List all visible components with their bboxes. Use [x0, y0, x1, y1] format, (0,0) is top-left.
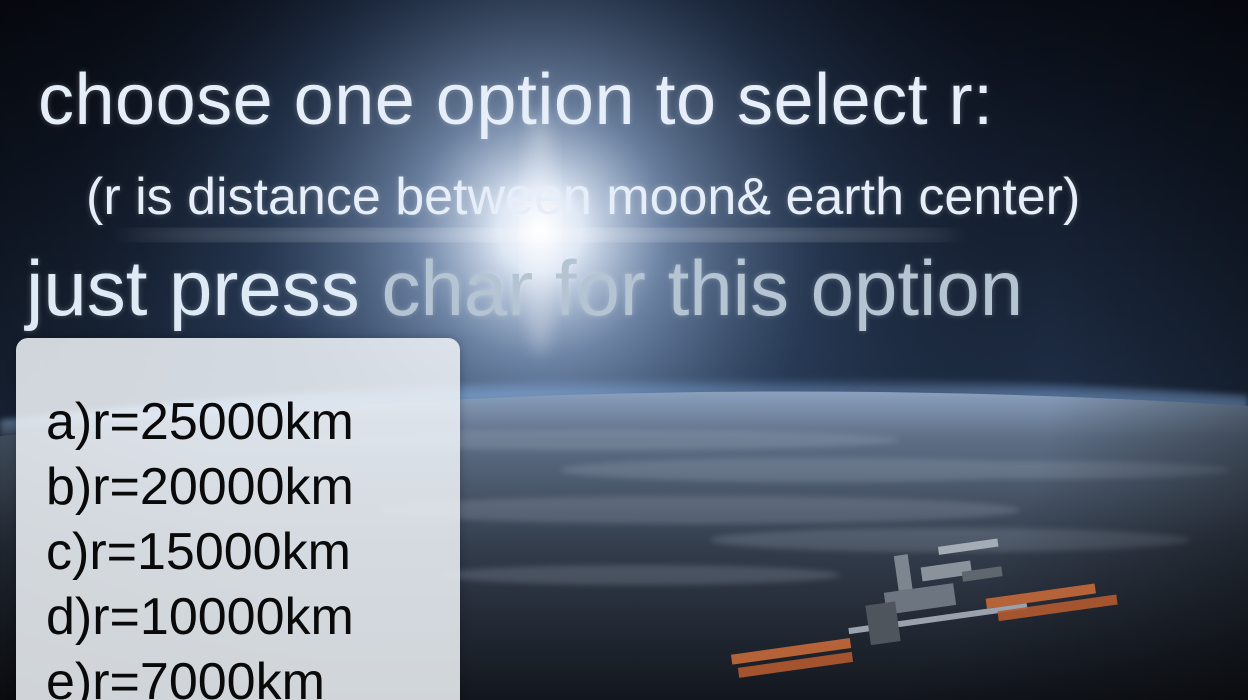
option-a[interactable]: a)r=25000km	[46, 390, 354, 455]
option-d[interactable]: d)r=10000km	[46, 585, 354, 650]
option-c[interactable]: c)r=15000km	[46, 520, 354, 585]
instruction-text-part1: just press	[26, 244, 382, 332]
screen-title: choose one option to select r:	[38, 60, 994, 140]
game-screen: choose one option to select r: (r is dis…	[0, 0, 1248, 700]
options-list: a)r=25000km b)r=20000km c)r=15000km d)r=…	[46, 390, 354, 700]
option-b[interactable]: b)r=20000km	[46, 455, 354, 520]
instruction-text: just press char for this option	[26, 242, 1023, 334]
option-e[interactable]: e)r=7000km	[46, 650, 354, 700]
options-panel: a)r=25000km b)r=20000km c)r=15000km d)r=…	[16, 338, 460, 700]
screen-subtitle: (r is distance between moon& earth cente…	[86, 168, 1081, 226]
instruction-text-part2: char for this option	[381, 244, 1024, 332]
